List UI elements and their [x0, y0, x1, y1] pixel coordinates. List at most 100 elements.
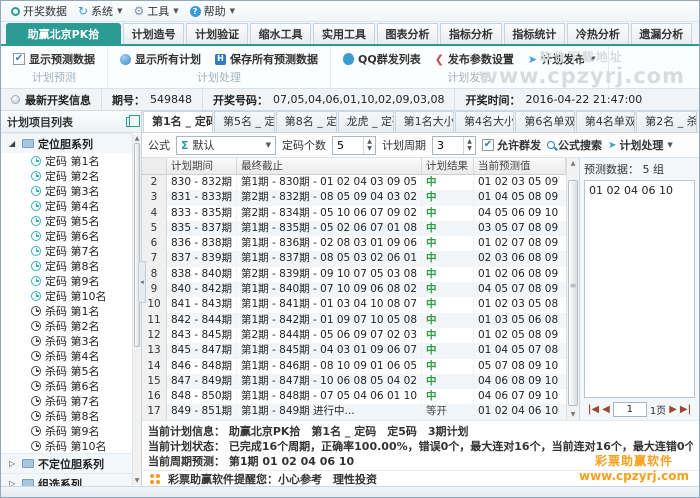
show-all-plans-button[interactable]: 显示所有计划: [120, 51, 201, 67]
tree-item[interactable]: 定码 第7名: [1, 243, 132, 258]
main-tab[interactable]: 计划验证: [186, 23, 248, 44]
qq-group-list-button[interactable]: QQ群发列表: [343, 51, 421, 67]
count-input[interactable]: [333, 136, 363, 154]
tree-item[interactable]: 杀码 第9名: [1, 423, 132, 438]
scroll-down-icon[interactable]: ▼: [567, 411, 579, 418]
tree-item[interactable]: 组选系列: [1, 473, 132, 486]
main-tab[interactable]: 助赢北京PK拾: [6, 23, 121, 44]
menu-tools[interactable]: ⚙ 工具 ▼: [129, 2, 185, 20]
tree-item[interactable]: 杀码 第10名: [1, 438, 132, 453]
prediction-values[interactable]: 01 02 04 06 10: [584, 180, 695, 398]
tree-item[interactable]: 杀码 第1名: [1, 303, 132, 318]
plan-tab[interactable]: 第5名 _ 定码 ×: [214, 111, 275, 132]
next-page-button[interactable]: ▶: [669, 404, 677, 415]
tree-item[interactable]: 定码 第2名: [1, 168, 132, 183]
tree-item[interactable]: 定码 第6名: [1, 228, 132, 243]
tree-item[interactable]: 杀码 第2名: [1, 318, 132, 333]
table-row[interactable]: 15 847 - 849期 第1期 - 847期 - 10 06 08 05 0…: [142, 373, 566, 390]
menu-help[interactable]: ? 帮助 ▼: [186, 2, 242, 20]
table-row[interactable]: 7 837 - 839期 第1期 - 837期 - 08 05 03 02 06…: [142, 251, 566, 267]
main-tab[interactable]: 计划造号: [122, 23, 185, 44]
plan-tab[interactable]: 第1名 _ 定码 ×: [143, 111, 213, 132]
result-header[interactable]: 计划结果: [422, 158, 474, 174]
page-input[interactable]: [612, 401, 647, 417]
scroll-up-icon[interactable]: ▲: [133, 135, 141, 142]
publish-params-button[interactable]: ❮ 发布参数设置: [435, 51, 514, 67]
deadline-header[interactable]: 最终截止: [237, 158, 422, 174]
sidebar-scrollbar[interactable]: ▲ ▼: [132, 134, 141, 485]
predict-header[interactable]: 当前预测值: [474, 158, 566, 174]
copy-icon[interactable]: [126, 114, 140, 127]
count-spin-buttons[interactable]: ▲ ▼: [363, 136, 375, 154]
tree-item[interactable]: 杀码 第7名: [1, 393, 132, 408]
tree-item[interactable]: 定码 第4名: [1, 198, 132, 213]
tree-item[interactable]: 杀码 第6名: [1, 378, 132, 393]
main-tab[interactable]: 实用工具: [313, 23, 375, 44]
tree-expander-icon[interactable]: [9, 139, 18, 148]
prev-page-button[interactable]: ◀: [602, 404, 610, 415]
tree-item[interactable]: 定位胆系列: [1, 133, 132, 153]
plan-tab[interactable]: 第2名 _ 杀码 ×: [636, 111, 698, 132]
tree-expander-icon[interactable]: [9, 479, 18, 486]
allow-group-send-checkbox[interactable]: ✔ 允许群发: [482, 137, 541, 153]
tree-item[interactable]: 定码 第1名: [1, 153, 132, 168]
tree-item[interactable]: 定码 第10名: [1, 288, 132, 303]
show-prediction-checkbox[interactable]: ✔ 显示预测数据: [13, 51, 95, 67]
menu-lottery-data[interactable]: 开奖数据: [7, 2, 74, 20]
plan-tab[interactable]: 第6名单双... ×: [515, 111, 575, 132]
plan-tab[interactable]: 第1名大小... ×: [394, 111, 454, 132]
cycle-spin-buttons[interactable]: ▲ ▼: [463, 136, 475, 154]
row-number-header[interactable]: [142, 158, 167, 174]
main-tab[interactable]: 遗漏分析: [630, 23, 693, 44]
scroll-up-icon[interactable]: ▲: [567, 160, 579, 167]
formula-search-button[interactable]: 公式搜索: [547, 137, 602, 153]
table-row[interactable]: 16 848 - 850期 第1期 - 848期 - 07 05 04 06 0…: [142, 389, 566, 405]
table-row[interactable]: 13 845 - 847期 第1期 - 845期 - 04 03 01 09 0…: [142, 343, 566, 359]
main-tab[interactable]: 冷热分析: [567, 23, 629, 44]
last-page-button[interactable]: ▶|: [680, 404, 691, 415]
plan-tab[interactable]: 龙虎 _ 定码 ×: [337, 111, 394, 132]
plan-tab[interactable]: 第4名单双... ×: [575, 111, 636, 132]
table-row[interactable]: 14 846 - 848期 第1期 - 846期 - 08 10 09 01 0…: [142, 358, 566, 374]
plan-tab[interactable]: 第4名大小... ×: [455, 111, 515, 132]
tree-item[interactable]: 杀码 第3名: [1, 333, 132, 348]
main-tab[interactable]: 图表分析: [376, 23, 439, 44]
plan-publish-button[interactable]: ➤ 计划发布 ▼: [528, 51, 596, 67]
scroll-down-icon[interactable]: ▼: [133, 477, 141, 484]
tree-item[interactable]: 定码 第5名: [1, 213, 132, 228]
table-row[interactable]: 12 843 - 845期 第2期 - 844期 - 05 06 09 07 0…: [142, 327, 566, 344]
scroll-thumb[interactable]: [134, 143, 140, 347]
tree-expander-icon[interactable]: [9, 459, 18, 468]
main-tab[interactable]: 缩水工具: [249, 23, 312, 44]
first-page-button[interactable]: |◀: [588, 404, 599, 415]
cycle-input[interactable]: [433, 136, 463, 154]
table-row[interactable]: 8 838 - 840期 第2期 - 839期 - 09 10 07 05 03…: [142, 266, 566, 283]
table-row[interactable]: 10 841 - 843期 第1期 - 841期 - 01 03 04 10 0…: [142, 297, 566, 313]
table-row[interactable]: 4 833 - 835期 第2期 - 834期 - 05 10 06 07 09…: [142, 205, 566, 221]
table-row[interactable]: 3 831 - 833期 第2期 - 832期 - 08 05 09 04 03…: [142, 190, 566, 206]
table-scrollbar[interactable]: ▲ ▼: [566, 158, 579, 420]
sidebar-collapse-handle[interactable]: ◂: [138, 261, 146, 303]
tree-item[interactable]: 定码 第9名: [1, 273, 132, 288]
table-row[interactable]: 17 849 - 851期 第1期 - 849期 进行中... 等开 01 02…: [142, 404, 566, 420]
table-row[interactable]: 6 836 - 838期 第1期 - 836期 - 02 08 03 01 09…: [142, 236, 566, 252]
tree-item[interactable]: 定码 第3名: [1, 183, 132, 198]
main-tab[interactable]: 指标分析: [440, 23, 502, 44]
table-row[interactable]: 9 840 - 842期 第1期 - 840期 - 07 10 09 06 08…: [142, 282, 566, 298]
save-all-prediction-button[interactable]: H 保存所有预测数据: [215, 51, 318, 67]
menu-system[interactable]: ↻ 系统 ▼: [74, 2, 129, 20]
period-header[interactable]: 计划期间: [167, 158, 237, 174]
tree-item[interactable]: 定码 第8名: [1, 258, 132, 273]
tree-item[interactable]: 杀码 第8名: [1, 408, 132, 423]
plan-tab[interactable]: 第8名 _ 定码 ×: [275, 111, 337, 132]
plan-process-button[interactable]: ➤ 计划处理 ▼: [608, 137, 673, 153]
formula-select[interactable]: Σ 默认 ▼: [176, 135, 276, 155]
table-row[interactable]: 11 842 - 844期 第1期 - 842期 - 01 09 07 10 0…: [142, 312, 566, 328]
tree-item[interactable]: 杀码 第5名: [1, 363, 132, 378]
table-row[interactable]: 2 830 - 832期 第1期 - 830期 - 01 02 04 03 09…: [142, 175, 566, 191]
table-row[interactable]: 5 835 - 837期 第1期 - 835期 - 05 02 06 07 01…: [142, 220, 566, 237]
tree-item[interactable]: 杀码 第4名: [1, 348, 132, 363]
main-tab[interactable]: 指标统计: [503, 23, 566, 44]
tree-item[interactable]: 不定位胆系列: [1, 453, 132, 473]
scroll-thumb[interactable]: [568, 180, 578, 406]
